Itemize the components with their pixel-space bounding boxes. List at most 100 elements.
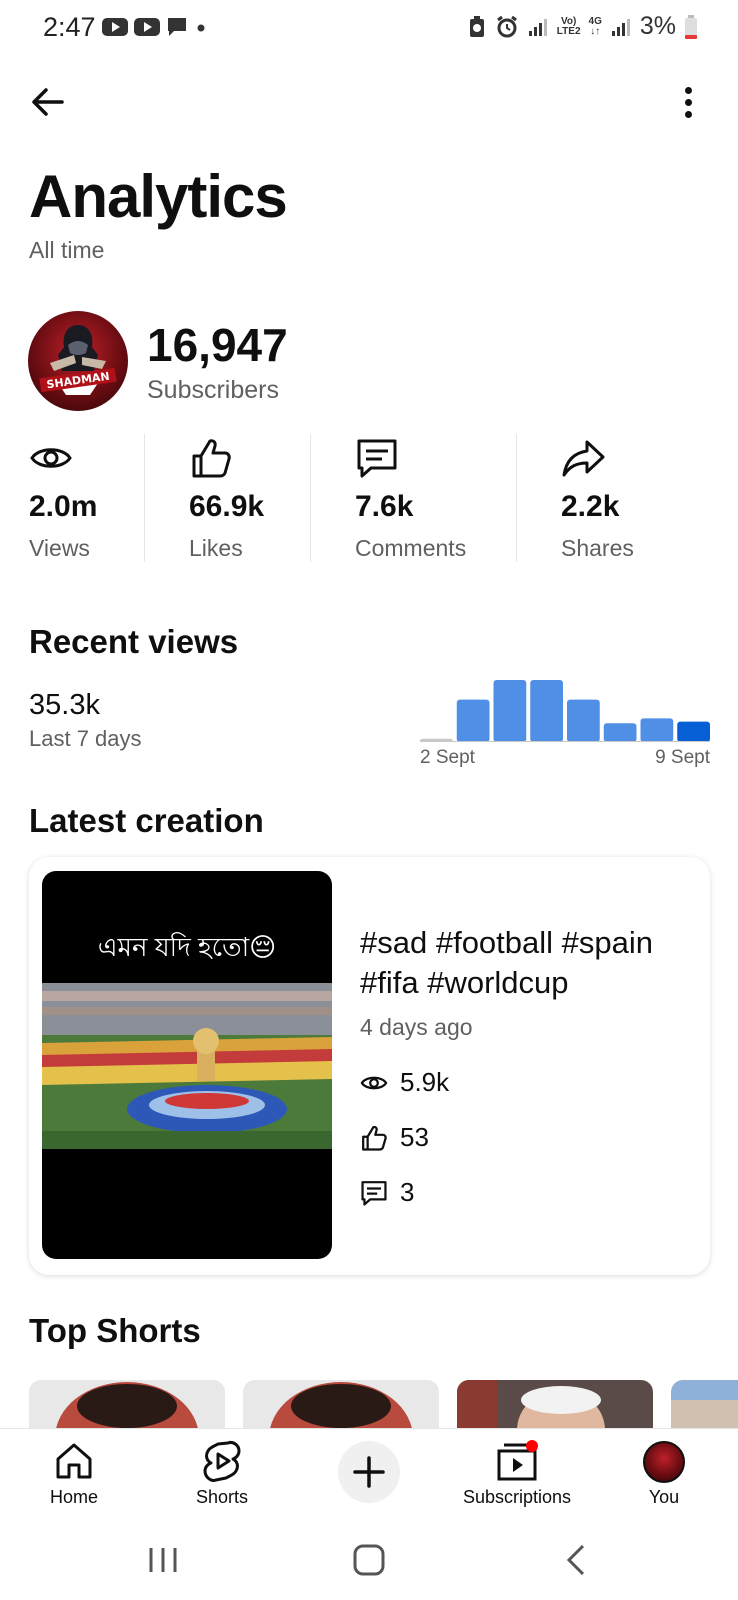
network-4g-indicator: 4G ↓↑ [588,15,602,37]
nav-home[interactable]: Home [14,1439,134,1508]
video-comments-value: 3 [400,1177,415,1207]
dot [684,110,692,118]
back-button[interactable] [26,80,70,124]
thumbnail-caption: এমন যদি হতো😔 [97,932,277,962]
date-range-label: All time [29,237,105,263]
shorts-icon [203,1441,241,1482]
volte-indicator: Vo) LTE2 [556,15,581,37]
video-title: #sad #football #spain #fifa #worldcup [360,925,654,1000]
signal-icon [528,18,547,36]
video-age: 4 days ago [360,1014,473,1040]
recent-apps-icon[interactable] [141,1538,185,1582]
short-thumbnail-image [243,1380,439,1430]
you-avatar [643,1441,685,1483]
thumbs-up-icon [192,439,231,478]
signal-icon [611,18,630,36]
stat-label: Likes [189,535,243,561]
stat-label: Views [29,535,90,561]
plus-icon [353,1456,385,1488]
bottom-navigation: Home Shorts Subscriptions You [0,1428,738,1518]
chart-bar-9-sept [677,721,710,742]
short-thumbnail-image [457,1380,653,1430]
eye-icon [360,1076,388,1089]
top-bar [0,70,738,130]
top-shorts-title: Top Shorts [29,1312,201,1349]
notification-icons [102,16,208,38]
nav-subscriptions[interactable]: Subscriptions [457,1439,577,1508]
back-nav-icon[interactable] [555,1538,599,1582]
video-likes: 53 [360,1122,429,1153]
video-views: 5.9k [360,1067,449,1098]
chart-bar-6-sept [567,699,600,742]
video-thumbnail[interactable]: এমন যদি হতো😔 [42,871,332,1259]
youtube-notification-icon [134,18,160,36]
nav-you[interactable]: You [604,1439,724,1508]
video-likes-value: 53 [400,1122,429,1152]
subscriptions-icon [497,1440,538,1481]
video-comments: 3 [360,1177,414,1208]
nav-label: Home [49,1487,98,1507]
chart-bar-7-sept [603,723,637,742]
nav-label: Subscriptions [462,1487,572,1507]
notification-dot-icon [526,1440,538,1452]
divider [144,434,145,562]
system-navigation [0,1518,738,1600]
divider [310,434,311,562]
subscriber-label: Subscribers [147,376,279,404]
short-thumbnail[interactable] [29,1380,225,1430]
stat-label: Shares [561,535,634,561]
stat-value: 2.2k [561,490,620,523]
short-thumbnail[interactable] [457,1380,653,1430]
thumbs-up-icon [362,1125,387,1151]
stat-label: Comments [355,535,467,561]
home-icon [56,1443,92,1479]
short-thumbnail[interactable] [243,1380,439,1430]
battery-percent: 3% [639,12,676,40]
system-status-icons: Vo) LTE2 4G ↓↑ 3% [467,12,698,41]
share-icon [562,440,605,477]
recent-views-title: Recent views [29,623,239,660]
dot-icon [197,24,205,32]
arrow-left-icon [32,88,64,116]
nav-label: Shorts [195,1487,249,1507]
recent-views-period: Last 7 days [29,726,142,751]
stats-row: 2.0m Views 66.9k Likes 7.6k Comments 2.2… [0,432,738,562]
message-notification-icon [168,18,186,36]
recent-views-value: 35.3k [29,689,100,721]
short-thumbnail-image [671,1380,738,1430]
chart-bar-8-sept [640,718,674,742]
battery-icon [685,14,697,39]
alarm-icon [496,15,517,37]
eye-icon [30,448,72,468]
youtube-notification-icon [102,18,128,36]
channel-avatar: SHADMAN [28,311,128,411]
comment-icon [361,1180,387,1206]
status-time: 2:47 [43,12,96,42]
stadium-image [42,983,332,1149]
video-views-value: 5.9k [400,1067,450,1097]
comment-icon [357,439,397,478]
subscriber-count: 16,947 [147,319,288,371]
nav-label: You [648,1487,680,1507]
chart-axis-end-label: 9 Sept [655,747,710,768]
home-button-icon[interactable] [347,1538,391,1582]
stat-value: 7.6k [355,490,414,523]
stat-value: 66.9k [189,490,265,523]
channel-logo: SHADMAN [39,325,117,395]
chart-bar-5-sept [530,680,563,742]
chart-bar-3-sept [456,699,490,742]
top-shorts-carousel [29,1380,738,1430]
recent-views-chart[interactable] [420,672,710,742]
chart-axis-start-label: 2 Sept [420,747,475,768]
dot [684,98,692,106]
nav-shorts[interactable]: Shorts [162,1439,282,1508]
short-thumbnail[interactable] [671,1380,738,1430]
latest-creation-title: Latest creation [29,802,264,839]
create-button[interactable] [338,1441,400,1503]
latest-creation-card[interactable]: এমন যদি হতো😔 #sad #football #spain #fifa… [29,857,710,1275]
dot [684,86,692,94]
stat-value: 2.0m [29,490,98,523]
divider [516,434,517,562]
battery-saver-icon [469,15,484,37]
more-options-button[interactable] [666,80,710,124]
